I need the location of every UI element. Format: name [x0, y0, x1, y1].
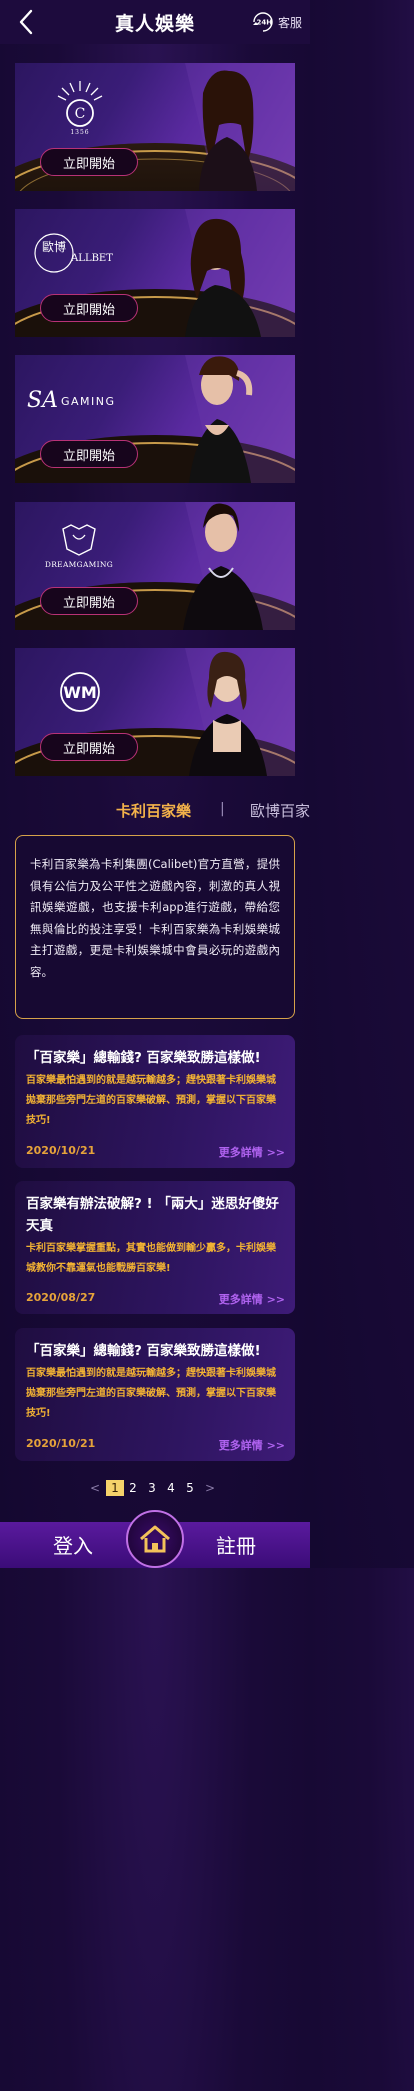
24h-phone-icon: 24H [252, 12, 273, 32]
register-button[interactable]: 註冊 [216, 1530, 256, 1559]
game-card-allbet[interactable]: 歐博 ALLBET 立即開始 [15, 209, 295, 337]
provider-tabs: 卡利百家樂 | 歐博百家 [0, 796, 310, 826]
page-number[interactable]: 4 [166, 1480, 176, 1496]
play-button-dreamgaming[interactable]: 立即開始 [40, 587, 138, 615]
dreamgaming-logo: DREAMGAMING [25, 516, 135, 576]
article-date: 2020/10/21 [26, 1437, 96, 1450]
svg-text:C: C [75, 106, 86, 122]
cs-badge-text: 24H [256, 19, 272, 27]
play-button-calibet[interactable]: 立即開始 [40, 148, 138, 176]
article-excerpt: 百家樂最怕遇到的就是越玩輸越多；趕快跟著卡利娛樂城拋棄那些旁門左道的百家樂破解、… [26, 1368, 276, 1419]
wm-logo-mark: WM [60, 672, 100, 712]
sa-gaming-logo: SA GAMING [25, 369, 135, 429]
game-card-sa-gaming[interactable]: SA GAMING 立即開始 [15, 355, 295, 483]
game-description: 卡利百家樂為卡利集團(Calibet)官方直營，提供俱有公信力及公平性之遊戲內容… [15, 835, 295, 1019]
page-number-current[interactable]: 1 [106, 1480, 124, 1496]
game-card-calibet[interactable]: C 1356 立即開始 [15, 63, 295, 191]
article-excerpt: 百家樂最怕遇到的就是越玩輸越多；趕快跟著卡利娛樂城拋棄那些旁門左道的百家樂破解、… [26, 1075, 276, 1126]
top-bar: 真人娛樂 24H 客服 [0, 0, 310, 44]
wm-logo: WM [25, 662, 135, 722]
dreamgaming-logo-text: DREAMGAMING [45, 560, 113, 569]
more-details-link[interactable]: 更多詳情 >> [219, 1437, 285, 1453]
play-button-allbet[interactable]: 立即開始 [40, 294, 138, 322]
article-title[interactable]: 「百家樂」總輸錢? 百家樂致勝這樣做! [26, 1047, 284, 1069]
more-details-link[interactable]: 更多詳情 >> [219, 1144, 285, 1160]
allbet-logo-sub: ALLBET [70, 253, 113, 264]
dreamgaming-logo-mark: DREAMGAMING [45, 524, 113, 569]
article-card[interactable]: 「百家樂」總輸錢? 百家樂致勝這樣做! 百家樂最怕遇到的就是越玩輸越多；趕快跟著… [15, 1035, 295, 1168]
tab-calibet-baccarat[interactable]: 卡利百家樂 [116, 800, 191, 821]
game-card-dreamgaming[interactable]: DREAMGAMING 立即開始 [15, 502, 295, 630]
allbet-logo: 歐博 ALLBET [25, 223, 135, 283]
tab-separator: | [220, 801, 225, 817]
more-details-link[interactable]: 更多詳情 >> [219, 1291, 285, 1307]
home-icon [140, 1525, 170, 1553]
next-page-button[interactable]: > [205, 1480, 215, 1496]
page-number[interactable]: 3 [147, 1480, 157, 1496]
calibet-logo: C 1356 [25, 77, 135, 137]
article-card[interactable]: 「百家樂」總輸錢? 百家樂致勝這樣做! 百家樂最怕遇到的就是越玩輸越多；趕快跟著… [15, 1328, 295, 1461]
article-date: 2020/08/27 [26, 1291, 96, 1304]
article-title[interactable]: 百家樂有辦法破解? ! 「兩大」迷思好傻好天真 [26, 1193, 284, 1237]
article-card[interactable]: 百家樂有辦法破解? ! 「兩大」迷思好傻好天真 卡利百家樂掌握重點，其實也能做到… [15, 1181, 295, 1314]
customer-service-button[interactable]: 24H 客服 [251, 11, 302, 33]
play-button-sa-gaming[interactable]: 立即開始 [40, 440, 138, 468]
article-date: 2020/10/21 [26, 1144, 96, 1157]
game-card-wm[interactable]: WM 立即開始 [15, 648, 295, 776]
prev-page-button[interactable]: < [90, 1480, 100, 1496]
page-number[interactable]: 2 [128, 1480, 138, 1496]
sa-gaming-logo-mark: SA GAMING [27, 388, 116, 413]
back-arrow-icon[interactable] [14, 8, 40, 36]
article-title[interactable]: 「百家樂」總輸錢? 百家樂致勝這樣做! [26, 1340, 284, 1362]
allbet-logo-text: 歐博 [42, 239, 66, 254]
page-title: 真人娛樂 [114, 12, 195, 35]
calibet-logo-text: 1356 [70, 129, 89, 136]
pagination: < 1 2 3 4 5 > [0, 1480, 310, 1498]
wm-logo-text: WM [63, 683, 97, 702]
page-number[interactable]: 5 [185, 1480, 195, 1496]
login-button[interactable]: 登入 [53, 1530, 93, 1559]
home-button[interactable] [126, 1510, 184, 1568]
calibet-logo-mark: C 1356 [57, 81, 103, 136]
customer-service-label: 客服 [277, 15, 302, 30]
sa-logo-sub: GAMING [61, 395, 116, 408]
sa-logo-text: SA [27, 388, 58, 413]
tab-allbet-baccarat[interactable]: 歐博百家 [250, 800, 310, 821]
allbet-logo-mark: 歐博 ALLBET [34, 233, 113, 273]
play-button-wm[interactable]: 立即開始 [40, 733, 138, 761]
article-excerpt: 卡利百家樂掌握重點，其實也能做到輸少贏多，卡利娛樂城教你不靠運氣也能戰勝百家樂! [26, 1243, 276, 1274]
